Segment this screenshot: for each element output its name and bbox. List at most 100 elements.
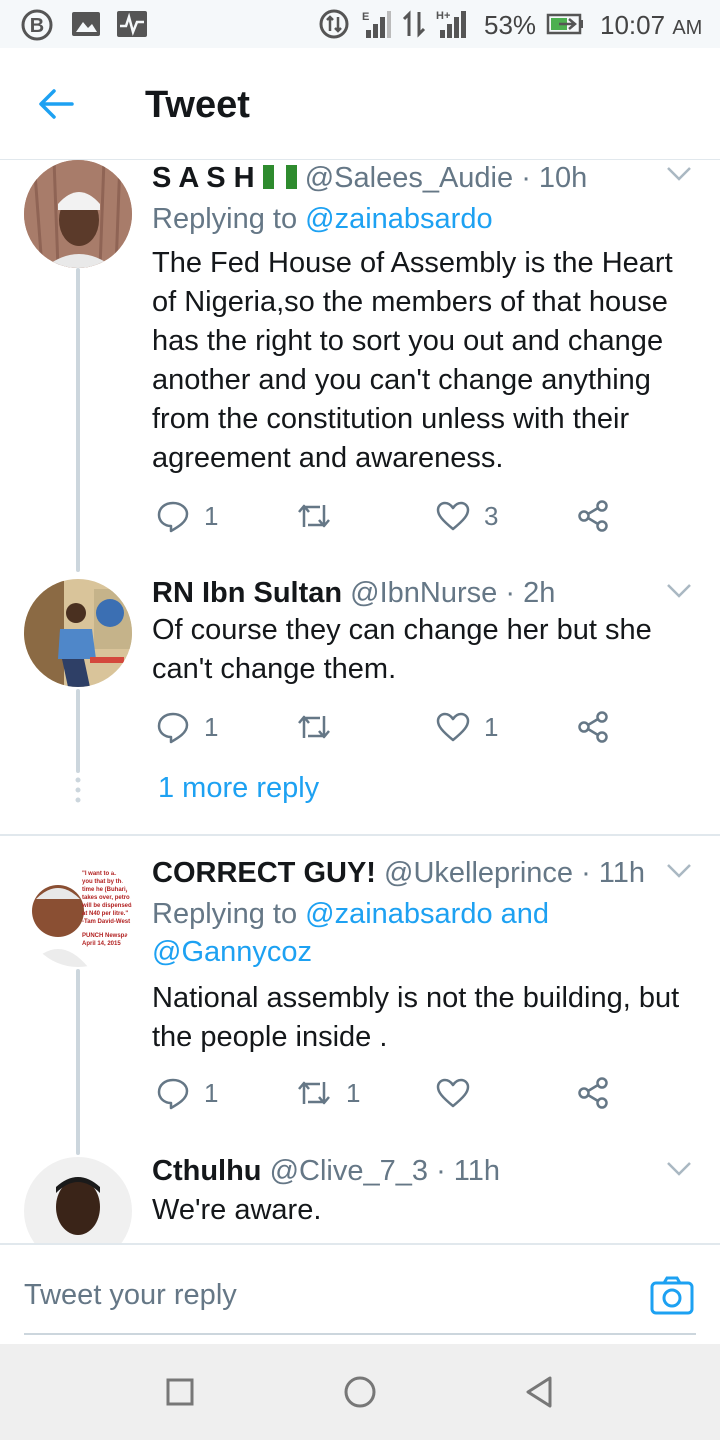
clock: 10:07 AM	[600, 10, 703, 40]
reply-button[interactable]: 1	[156, 707, 218, 747]
chevron-down-icon[interactable]	[666, 863, 692, 879]
b-app-icon: B	[21, 9, 53, 41]
battery-percent: 53%	[484, 10, 537, 40]
more-dots-icon	[75, 777, 81, 803]
tweet-item[interactable]: S A S H @Salees_Audie · 10h Replying to …	[0, 160, 720, 572]
reply-count: 1	[204, 500, 219, 531]
chevron-down-icon[interactable]	[666, 166, 692, 182]
avatar[interactable]: "I want to ass. you that by the time he …	[24, 859, 132, 967]
battery-charging-icon	[546, 13, 583, 35]
svg-text:B: B	[30, 15, 44, 37]
svg-text:PUNCH Newspap.: PUNCH Newspap.	[82, 933, 132, 939]
tweet-header: RN Ibn Sultan @IbnNurse · 2h	[152, 577, 555, 610]
replying-to: Replying to @zainabsardo	[152, 203, 493, 235]
tweet-text: We're aware.	[152, 1194, 322, 1226]
data-saver-icon	[319, 9, 349, 39]
share-button[interactable]	[576, 707, 610, 747]
tweet-item[interactable]: RN Ibn Sultan @IbnNurse · 2h Of course t…	[0, 577, 720, 777]
chevron-down-icon[interactable]	[666, 1161, 692, 1177]
tweet-actions: 1 1	[152, 707, 632, 747]
user-name[interactable]: S A S H	[152, 162, 255, 194]
svg-text:at N40 per litre.": at N40 per litre."	[82, 911, 128, 917]
reply-icon	[157, 501, 189, 533]
status-bar: B E H+ 53% 10:07 AM	[0, 0, 720, 48]
mention-link[interactable]: @Gannycoz	[152, 936, 312, 968]
avatar[interactable]	[24, 160, 132, 268]
heart-icon	[436, 501, 470, 531]
retweet-button[interactable]: 1	[296, 1073, 360, 1113]
signal-icon-2: H+	[436, 10, 466, 38]
tweet-time: · 2h	[505, 577, 556, 609]
reply-icon	[157, 712, 189, 744]
more-replies-link[interactable]: 1 more reply	[158, 772, 319, 805]
tweet-item[interactable]: "I want to ass. you that by the time he …	[0, 857, 720, 1157]
retweet-icon	[298, 504, 330, 528]
heart-icon	[436, 1078, 470, 1108]
user-name[interactable]: RN Ibn Sultan	[152, 577, 342, 609]
input-underline	[24, 1333, 696, 1335]
tweet-time: · 11h	[436, 1155, 501, 1187]
tweet-text: The Fed House of Assembly is the Heart o…	[152, 247, 673, 474]
back-triangle-icon[interactable]	[522, 1374, 558, 1410]
data-transfer-icon	[402, 10, 426, 38]
mention-link[interactable]: @zainabsardo	[305, 203, 492, 235]
thread-line	[76, 969, 80, 1155]
share-icon	[578, 500, 608, 532]
user-handle[interactable]: @Salees_Audie	[305, 162, 513, 194]
retweet-button[interactable]	[296, 496, 346, 536]
mention-link[interactable]: @zainabsardo and	[305, 898, 549, 930]
page-title: Tweet	[145, 84, 250, 126]
tweet-header: Cthulhu @Clive_7_3 · 11h	[152, 1155, 500, 1188]
share-button[interactable]	[576, 496, 610, 536]
svg-text:time he (Buhari): time he (Buhari)	[82, 887, 128, 893]
tweet-header: S A S H @Salees_Audie · 10h	[152, 162, 587, 195]
svg-text:H+: H+	[436, 10, 450, 22]
svg-text:E: E	[362, 11, 369, 23]
home-circle-icon[interactable]	[342, 1374, 378, 1410]
user-handle[interactable]: @IbnNurse	[350, 577, 497, 609]
svg-text:you that by the: you that by the	[82, 879, 125, 885]
like-button[interactable]: 1	[436, 707, 498, 747]
user-handle[interactable]: @Ukelleprince	[384, 857, 573, 889]
avatar[interactable]	[24, 1157, 132, 1243]
reply-composer: Tweet your reply	[0, 1243, 720, 1343]
avatar[interactable]	[24, 579, 132, 687]
retweet-button[interactable]	[296, 707, 346, 747]
activity-icon	[117, 11, 147, 37]
tweet-actions: 1 1	[152, 1073, 632, 1113]
recents-square-icon[interactable]	[162, 1374, 198, 1410]
user-name[interactable]: Cthulhu	[152, 1155, 262, 1187]
reply-button[interactable]: 1	[156, 496, 218, 536]
system-nav-bar	[0, 1344, 720, 1440]
svg-text:takes over, petrol: takes over, petrol	[82, 895, 132, 901]
heart-icon	[436, 712, 470, 742]
share-button[interactable]	[576, 1073, 610, 1113]
reply-button[interactable]: 1	[156, 1073, 218, 1113]
tweet-text: National assembly is not the building, b…	[152, 982, 680, 1053]
arrow-left-icon[interactable]	[30, 78, 82, 130]
tweet-actions: 1 3	[152, 496, 632, 536]
like-button[interactable]	[436, 1073, 484, 1113]
retweet-count: 1	[346, 1077, 361, 1108]
replying-to: Replying to @zainabsardo and @Gannycoz	[152, 898, 550, 968]
signal-icon-1: E	[362, 11, 391, 38]
user-handle[interactable]: @Clive_7_3	[270, 1155, 428, 1187]
image-icon	[72, 12, 100, 36]
share-icon	[578, 711, 608, 743]
svg-text:April 14, 2015: April 14, 2015	[82, 941, 121, 947]
nigeria-flag-icon	[262, 165, 297, 189]
thread-line	[76, 268, 80, 572]
tweet-time: · 10h	[521, 162, 588, 194]
tweet-time: · 11h	[581, 857, 646, 889]
camera-icon[interactable]	[650, 1275, 694, 1315]
reply-count: 1	[204, 1077, 219, 1108]
tweet-item[interactable]: Cthulhu @Clive_7_3 · 11h We're aware.	[0, 1155, 720, 1243]
tweet-text: Of course they can change her but she ca…	[152, 614, 652, 685]
app-header: Tweet	[0, 48, 720, 160]
reply-input[interactable]: Tweet your reply	[24, 1279, 237, 1312]
chevron-down-icon[interactable]	[666, 583, 692, 599]
reply-icon	[157, 1078, 189, 1110]
divider	[0, 834, 720, 836]
user-name[interactable]: CORRECT GUY!	[152, 857, 376, 889]
like-button[interactable]: 3	[436, 496, 498, 536]
